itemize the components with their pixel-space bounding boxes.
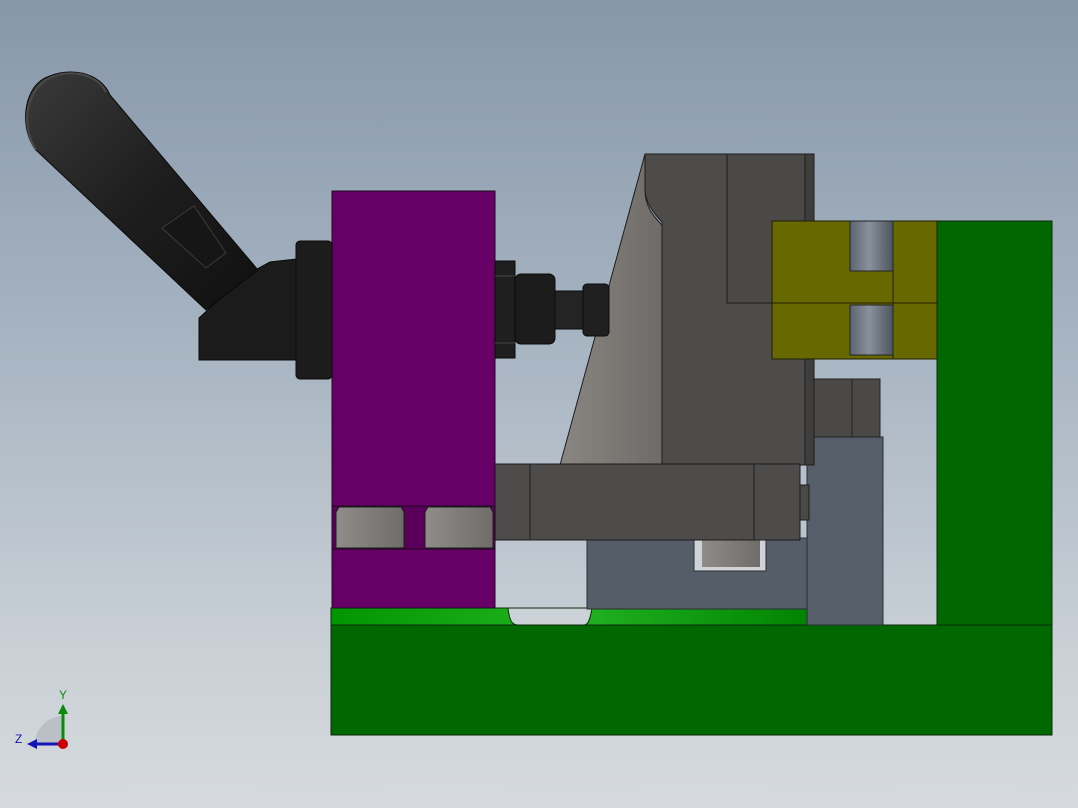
pin-lower: [849, 304, 894, 356]
slate-window-insert: [702, 540, 760, 567]
y-axis-label: Y: [59, 688, 68, 702]
triad-plane-arc: [35, 716, 63, 744]
handle-hub: [295, 240, 333, 380]
slate-pillar-body: [806, 436, 884, 626]
slate-pillar[interactable]: [806, 378, 884, 626]
z-axis-label: Z: [15, 732, 23, 746]
axis-triad[interactable]: [27, 704, 68, 749]
base-plate[interactable]: [330, 607, 1053, 736]
shaft-tip: [582, 283, 610, 337]
olive-side-block[interactable]: [771, 220, 938, 360]
shaft-neck: [554, 290, 584, 330]
base-plate-body: [330, 624, 1053, 736]
origin-icon: [58, 739, 68, 749]
slate-pillar-cap: [810, 378, 881, 438]
clamp-slider-bar[interactable]: [487, 463, 810, 541]
lever-handle[interactable]: [25, 71, 333, 380]
slider-bar-body: [487, 463, 801, 541]
purple-clamp-block[interactable]: [331, 190, 496, 609]
base-plate-groove: [507, 607, 593, 626]
cad-viewport[interactable]: Y Z: [0, 0, 1078, 808]
shaft-collar: [514, 273, 556, 345]
slate-support-block[interactable]: [586, 537, 810, 610]
pin-upper: [849, 220, 894, 272]
slider-end-stud: [799, 484, 810, 521]
cad-model-scene[interactable]: [0, 0, 1078, 808]
bolt-head-right: [424, 506, 494, 549]
handle-grip: [25, 71, 259, 311]
green-upright-column[interactable]: [936, 220, 1053, 626]
bolt-head-left: [335, 506, 405, 549]
clamp-shaft[interactable]: [494, 260, 610, 359]
